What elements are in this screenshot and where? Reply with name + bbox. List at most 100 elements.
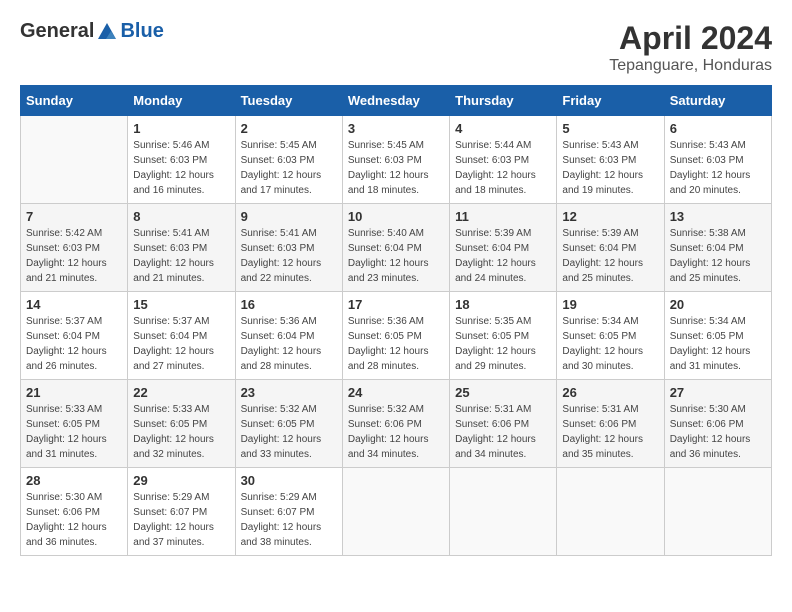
- day-info: Sunrise: 5:34 AMSunset: 6:05 PMDaylight:…: [562, 314, 658, 374]
- logo-blue-text: Blue: [120, 20, 163, 43]
- day-number: 6: [670, 121, 766, 136]
- day-number: 23: [241, 385, 337, 400]
- day-info: Sunrise: 5:36 AMSunset: 6:05 PMDaylight:…: [348, 314, 444, 374]
- calendar-cell: 20 Sunrise: 5:34 AMSunset: 6:05 PMDayligh…: [664, 292, 771, 380]
- day-number: 4: [455, 121, 551, 136]
- day-info: Sunrise: 5:31 AMSunset: 6:06 PMDaylight:…: [562, 402, 658, 462]
- day-number: 7: [26, 209, 122, 224]
- day-info: Sunrise: 5:40 AMSunset: 6:04 PMDaylight:…: [348, 226, 444, 286]
- calendar-cell: 22 Sunrise: 5:33 AMSunset: 6:05 PMDayligh…: [128, 380, 235, 468]
- calendar-cell: 24 Sunrise: 5:32 AMSunset: 6:06 PMDayligh…: [342, 380, 449, 468]
- day-number: 26: [562, 385, 658, 400]
- calendar-cell: 14 Sunrise: 5:37 AMSunset: 6:04 PMDayligh…: [21, 292, 128, 380]
- column-header-tuesday: Tuesday: [235, 86, 342, 116]
- day-number: 17: [348, 297, 444, 312]
- day-number: 29: [133, 473, 229, 488]
- day-number: 25: [455, 385, 551, 400]
- day-info: Sunrise: 5:39 AMSunset: 6:04 PMDaylight:…: [562, 226, 658, 286]
- calendar-cell: 4 Sunrise: 5:44 AMSunset: 6:03 PMDaylight…: [450, 116, 557, 204]
- day-number: 22: [133, 385, 229, 400]
- day-info: Sunrise: 5:45 AMSunset: 6:03 PMDaylight:…: [241, 138, 337, 198]
- day-info: Sunrise: 5:36 AMSunset: 6:04 PMDaylight:…: [241, 314, 337, 374]
- calendar-cell: 28Sunrise: 5:30 AMSunset: 6:06 PMDayligh…: [21, 468, 128, 556]
- calendar-week-row: 28Sunrise: 5:30 AMSunset: 6:06 PMDayligh…: [21, 468, 772, 556]
- day-info: Sunrise: 5:30 AMSunset: 6:06 PMDaylight:…: [670, 402, 766, 462]
- day-number: 13: [670, 209, 766, 224]
- calendar-cell: 29Sunrise: 5:29 AMSunset: 6:07 PMDayligh…: [128, 468, 235, 556]
- calendar-cell: 23 Sunrise: 5:32 AMSunset: 6:05 PMDayligh…: [235, 380, 342, 468]
- day-info: Sunrise: 5:42 AMSunset: 6:03 PMDaylight:…: [26, 226, 122, 286]
- calendar-cell: [21, 116, 128, 204]
- calendar-cell: 5 Sunrise: 5:43 AMSunset: 6:03 PMDaylight…: [557, 116, 664, 204]
- calendar-cell: 6 Sunrise: 5:43 AMSunset: 6:03 PMDaylight…: [664, 116, 771, 204]
- day-number: 24: [348, 385, 444, 400]
- column-header-wednesday: Wednesday: [342, 86, 449, 116]
- calendar-week-row: 14 Sunrise: 5:37 AMSunset: 6:04 PMDayligh…: [21, 292, 772, 380]
- day-number: 27: [670, 385, 766, 400]
- day-number: 9: [241, 209, 337, 224]
- location-subtitle: Tepanguare, Honduras: [609, 57, 772, 75]
- calendar-cell: 1Sunrise: 5:46 AMSunset: 6:03 PMDaylight…: [128, 116, 235, 204]
- day-number: 12: [562, 209, 658, 224]
- calendar-cell: 26 Sunrise: 5:31 AMSunset: 6:06 PMDayligh…: [557, 380, 664, 468]
- title-block: April 2024 Tepanguare, Honduras: [609, 20, 772, 75]
- day-number: 3: [348, 121, 444, 136]
- day-number: 11: [455, 209, 551, 224]
- calendar-cell: 19Sunrise: 5:34 AMSunset: 6:05 PMDayligh…: [557, 292, 664, 380]
- day-info: Sunrise: 5:38 AMSunset: 6:04 PMDaylight:…: [670, 226, 766, 286]
- day-number: 8: [133, 209, 229, 224]
- day-info: Sunrise: 5:29 AMSunset: 6:07 PMDaylight:…: [241, 490, 337, 550]
- day-number: 28: [26, 473, 122, 488]
- calendar-week-row: 1Sunrise: 5:46 AMSunset: 6:03 PMDaylight…: [21, 116, 772, 204]
- calendar-header-row: SundayMondayTuesdayWednesdayThursdayFrid…: [21, 86, 772, 116]
- calendar-cell: 10Sunrise: 5:40 AMSunset: 6:04 PMDayligh…: [342, 204, 449, 292]
- day-info: Sunrise: 5:35 AMSunset: 6:05 PMDaylight:…: [455, 314, 551, 374]
- calendar-cell: 17 Sunrise: 5:36 AMSunset: 6:05 PMDayligh…: [342, 292, 449, 380]
- day-info: Sunrise: 5:41 AMSunset: 6:03 PMDaylight:…: [241, 226, 337, 286]
- column-header-sunday: Sunday: [21, 86, 128, 116]
- day-number: 20: [670, 297, 766, 312]
- day-number: 30: [241, 473, 337, 488]
- logo-icon: [96, 21, 118, 43]
- calendar-cell: 27 Sunrise: 5:30 AMSunset: 6:06 PMDayligh…: [664, 380, 771, 468]
- column-header-thursday: Thursday: [450, 86, 557, 116]
- calendar-cell: 2 Sunrise: 5:45 AMSunset: 6:03 PMDaylight…: [235, 116, 342, 204]
- calendar-cell: 12 Sunrise: 5:39 AMSunset: 6:04 PMDayligh…: [557, 204, 664, 292]
- day-info: Sunrise: 5:43 AMSunset: 6:03 PMDaylight:…: [562, 138, 658, 198]
- day-info: Sunrise: 5:31 AMSunset: 6:06 PMDaylight:…: [455, 402, 551, 462]
- calendar-cell: 8Sunrise: 5:41 AMSunset: 6:03 PMDaylight…: [128, 204, 235, 292]
- logo-text: General: [20, 20, 94, 43]
- calendar-cell: 30 Sunrise: 5:29 AMSunset: 6:07 PMDayligh…: [235, 468, 342, 556]
- calendar-cell: [557, 468, 664, 556]
- day-info: Sunrise: 5:43 AMSunset: 6:03 PMDaylight:…: [670, 138, 766, 198]
- calendar-cell: [450, 468, 557, 556]
- calendar-cell: 21Sunrise: 5:33 AMSunset: 6:05 PMDayligh…: [21, 380, 128, 468]
- calendar-week-row: 21 Sunrise: 5:33 AMSunset: 6:05 PMDayligh…: [21, 380, 772, 468]
- calendar-week-row: 7 Sunrise: 5:42 AMSunset: 6:03 PMDaylight…: [21, 204, 772, 292]
- day-number: 5: [562, 121, 658, 136]
- day-info: Sunrise: 5:33 AMSunset: 6:05 PMDaylight:…: [133, 402, 229, 462]
- column-header-saturday: Saturday: [664, 86, 771, 116]
- day-info: Sunrise: 5:32 AMSunset: 6:06 PMDaylight:…: [348, 402, 444, 462]
- day-number: 14: [26, 297, 122, 312]
- calendar-cell: 13 Sunrise: 5:38 AMSunset: 6:04 PMDayligh…: [664, 204, 771, 292]
- day-info: Sunrise: 5:45 AMSunset: 6:03 PMDaylight:…: [348, 138, 444, 198]
- day-info: Sunrise: 5:37 AMSunset: 6:04 PMDaylight:…: [26, 314, 122, 374]
- day-number: 1: [133, 121, 229, 136]
- calendar-cell: [664, 468, 771, 556]
- calendar-table: SundayMondayTuesdayWednesdayThursdayFrid…: [20, 85, 772, 556]
- day-info: Sunrise: 5:34 AMSunset: 6:05 PMDaylight:…: [670, 314, 766, 374]
- column-header-friday: Friday: [557, 86, 664, 116]
- day-number: 21: [26, 385, 122, 400]
- calendar-cell: 25 Sunrise: 5:31 AMSunset: 6:06 PMDayligh…: [450, 380, 557, 468]
- month-title: April 2024: [609, 20, 772, 57]
- day-info: Sunrise: 5:44 AMSunset: 6:03 PMDaylight:…: [455, 138, 551, 198]
- calendar-cell: 18Sunrise: 5:35 AMSunset: 6:05 PMDayligh…: [450, 292, 557, 380]
- day-info: Sunrise: 5:32 AMSunset: 6:05 PMDaylight:…: [241, 402, 337, 462]
- page-header: General Blue April 2024 Tepanguare, Hond…: [20, 20, 772, 75]
- logo: General Blue: [20, 20, 164, 43]
- day-info: Sunrise: 5:39 AMSunset: 6:04 PMDaylight:…: [455, 226, 551, 286]
- column-header-monday: Monday: [128, 86, 235, 116]
- day-number: 2: [241, 121, 337, 136]
- calendar-cell: 3 Sunrise: 5:45 AMSunset: 6:03 PMDaylight…: [342, 116, 449, 204]
